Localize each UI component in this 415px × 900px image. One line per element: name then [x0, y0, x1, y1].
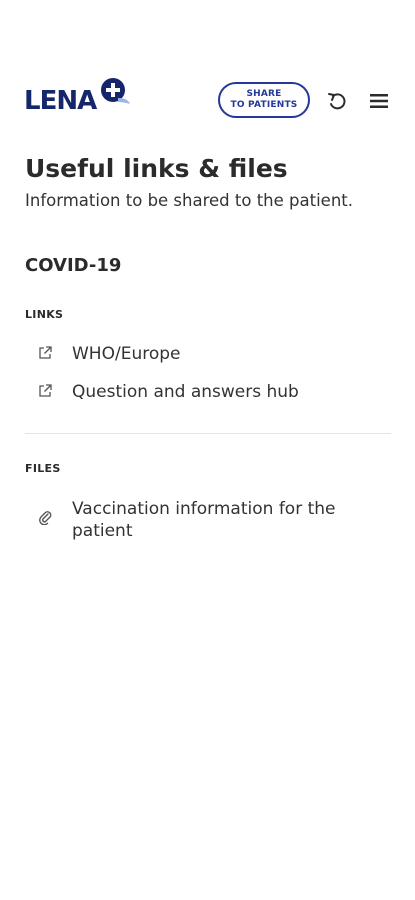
section-title: COVID-19 [25, 255, 122, 276]
hamburger-menu-icon [370, 94, 388, 108]
external-link-icon [36, 344, 54, 362]
file-item[interactable]: Vaccination information for the patient [36, 498, 372, 542]
external-link-icon [36, 382, 54, 400]
link-label: Question and answers hub [72, 382, 299, 402]
files-group-label: FILES [25, 462, 61, 475]
app-header: LENA SHARE TO PATIENTS [0, 0, 415, 140]
links-group-label: LINKS [25, 308, 64, 321]
share-to-patients-button[interactable]: SHARE TO PATIENTS [218, 82, 310, 118]
link-item[interactable]: Question and answers hub [36, 381, 299, 403]
file-label: Vaccination information for the patient [72, 499, 336, 541]
section-divider [25, 433, 391, 434]
lena-logo[interactable]: LENA [24, 76, 134, 116]
link-item[interactable]: WHO/Europe [36, 343, 180, 365]
page-subtitle: Information to be shared to the patient. [25, 191, 353, 210]
share-label-line2: TO PATIENTS [230, 100, 298, 110]
undo-icon [328, 93, 346, 110]
undo-button[interactable] [326, 90, 348, 112]
share-label-line1: SHARE [246, 89, 282, 99]
link-label: WHO/Europe [72, 344, 181, 364]
hamburger-menu-button[interactable] [368, 92, 390, 110]
medical-cross-badge-icon [101, 78, 130, 104]
page-title: Useful links & files [25, 154, 288, 183]
paperclip-icon [36, 508, 54, 526]
logo-text: LENA [24, 86, 97, 116]
